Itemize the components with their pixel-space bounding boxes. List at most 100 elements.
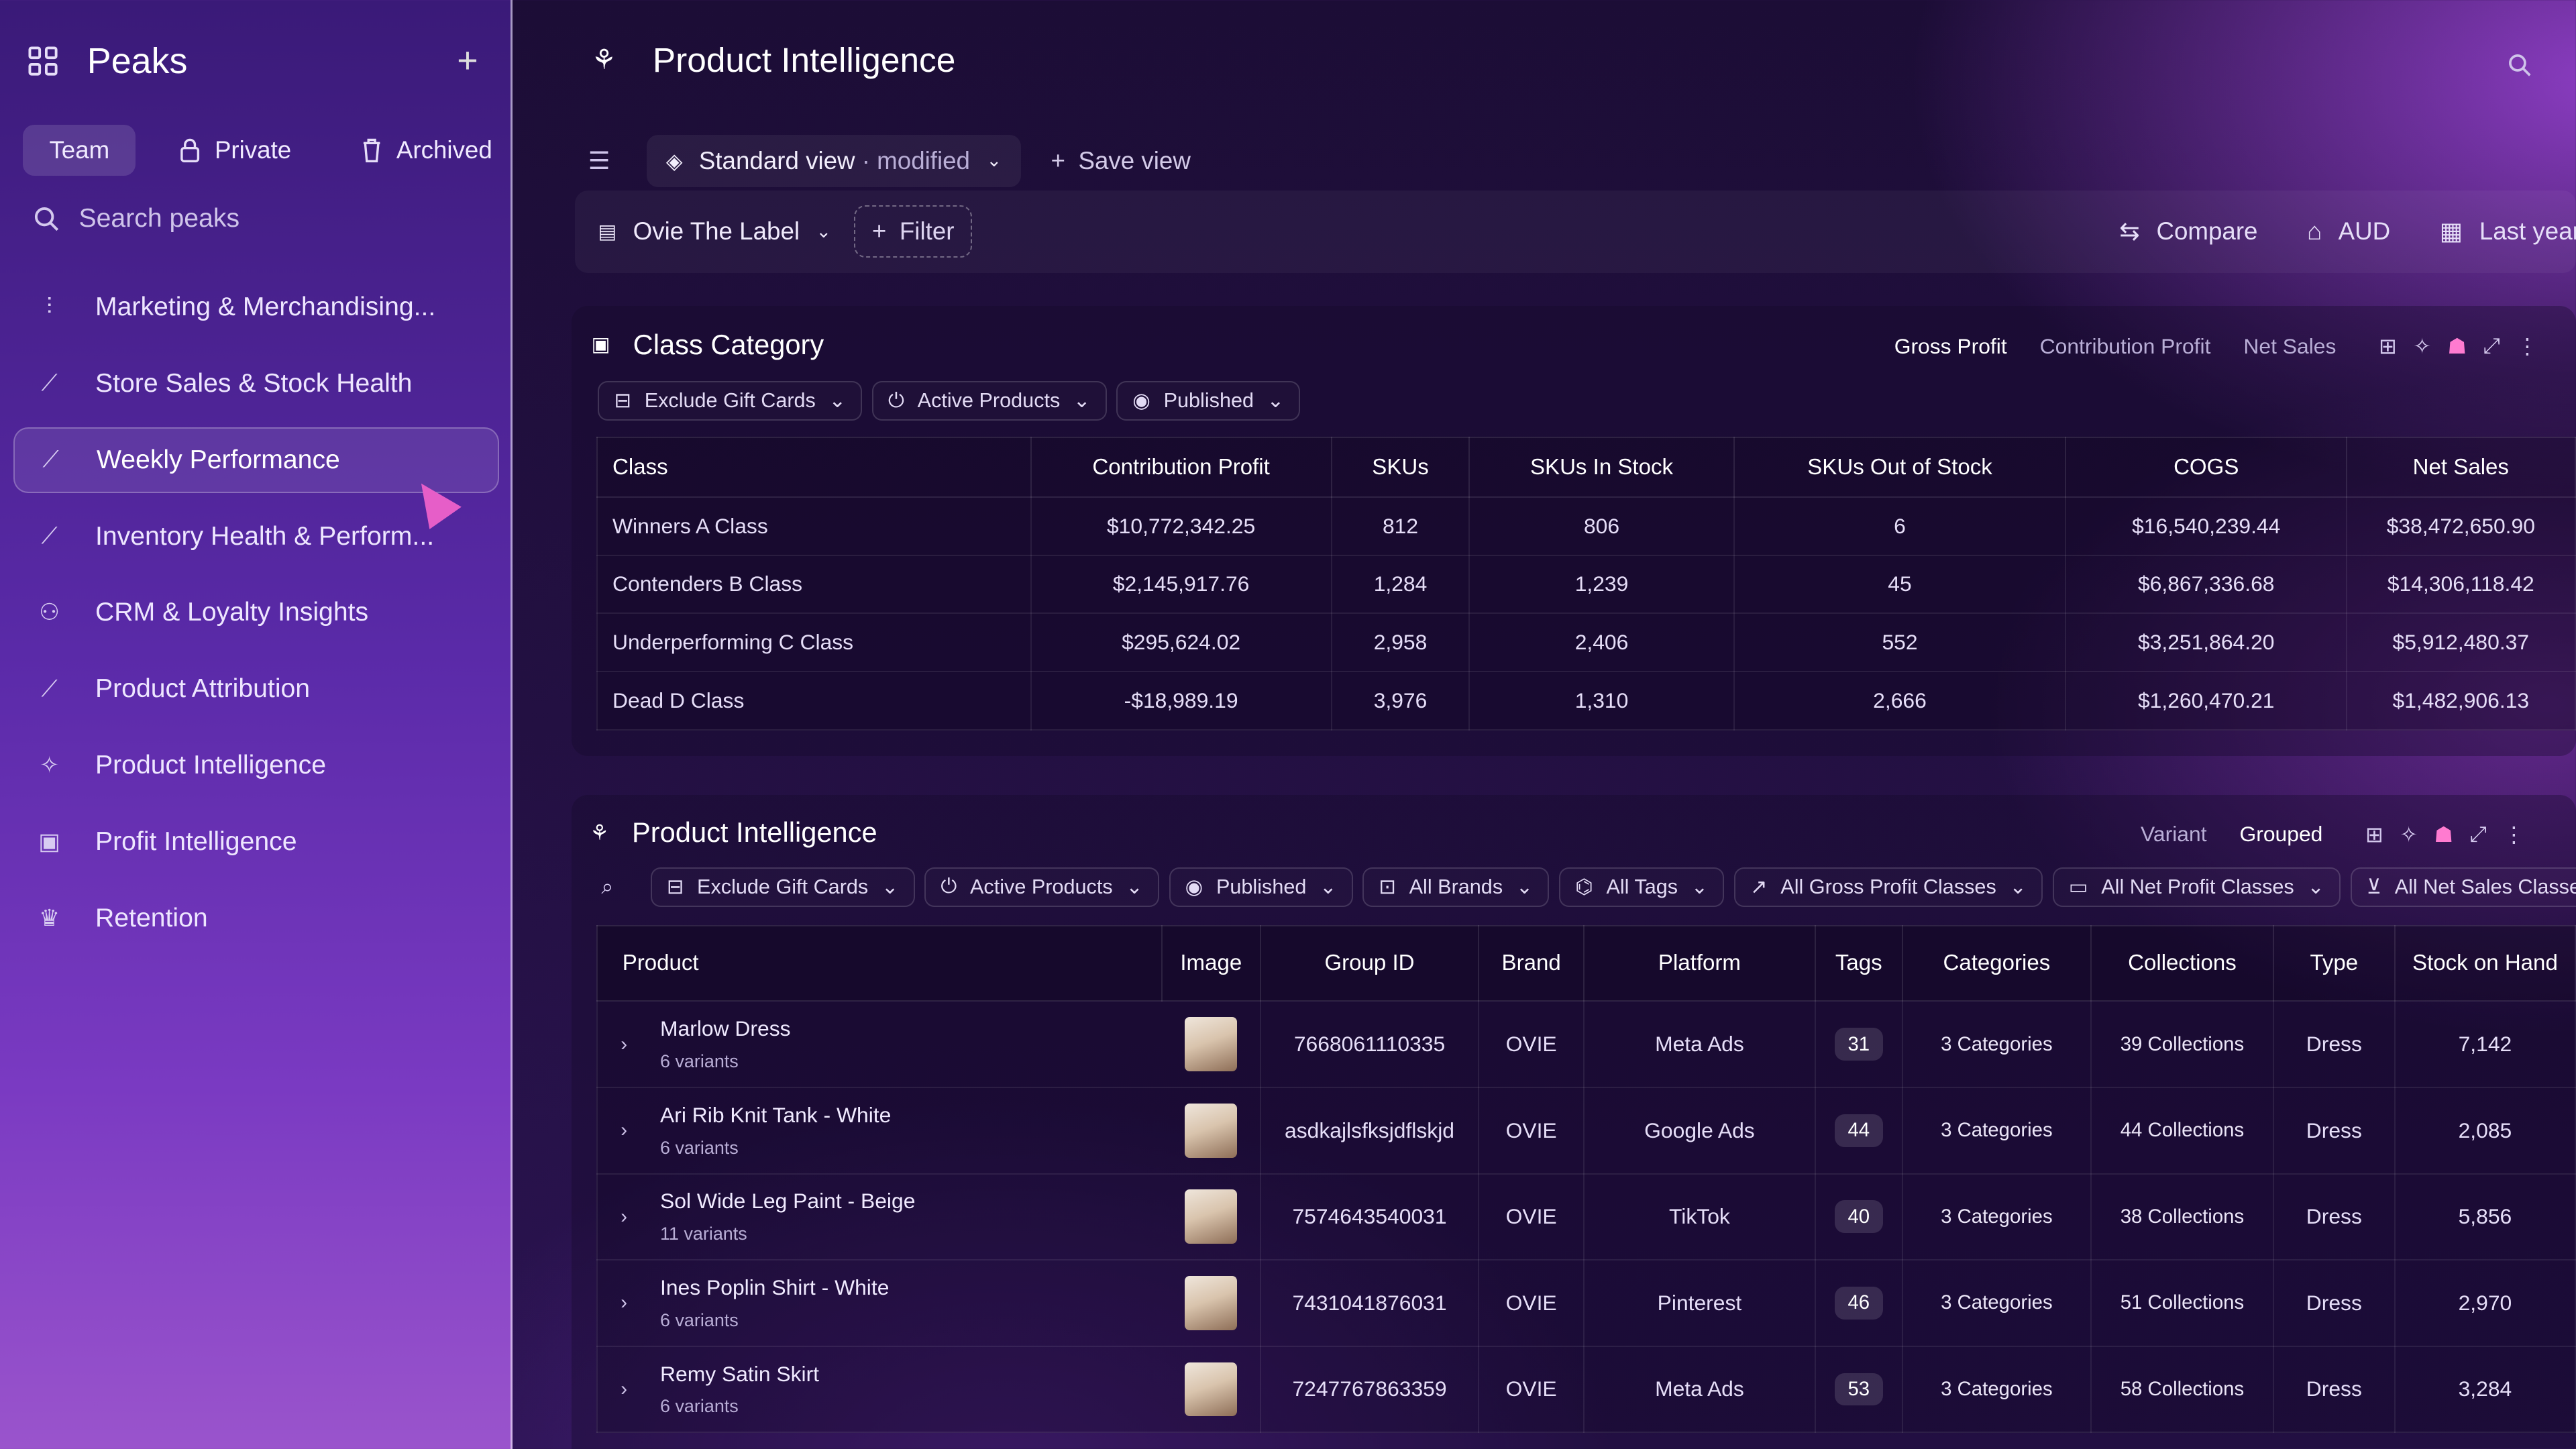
col-stock-on-hand[interactable]: Stock on Hand — [2394, 924, 2576, 1002]
chip-published[interactable]: ◉ Published ⌄ — [1169, 867, 1353, 907]
product-thumbnail[interactable] — [1184, 1275, 1237, 1330]
col-tags[interactable]: Tags — [1814, 924, 1903, 1002]
mode-grouped[interactable]: Grouped — [2240, 822, 2323, 847]
col-image[interactable]: Image — [1161, 924, 1261, 1002]
chip-net-sales-classes[interactable]: ⊻All Net Sales Classes⌄ — [2350, 867, 2576, 907]
col-type[interactable]: Type — [2272, 924, 2396, 1002]
cat-icon[interactable]: ☗ — [2434, 822, 2453, 847]
metric-contribution-profit[interactable]: Contribution Profit — [2040, 334, 2211, 359]
tags-badge[interactable]: 46 — [1834, 1287, 1883, 1320]
store-selector[interactable]: ▤ Ovie The Label ⌄ — [598, 217, 831, 246]
tab-team[interactable]: Team — [23, 125, 136, 176]
more-icon[interactable]: ⋮ — [2503, 822, 2524, 847]
tags-badge[interactable]: 53 — [1834, 1373, 1883, 1406]
col-brand[interactable]: Brand — [1478, 924, 1585, 1002]
cell-collections[interactable]: 44 Collections — [2090, 1086, 2274, 1175]
chip-published[interactable]: ◉ Published ⌄ — [1116, 381, 1301, 421]
cell-categories[interactable]: 3 Categories — [1901, 1000, 2092, 1088]
col-categories[interactable]: Categories — [1901, 924, 2092, 1002]
cell-collections[interactable]: 58 Collections — [2090, 1345, 2274, 1434]
tab-private[interactable]: Private — [152, 125, 317, 176]
expand-icon[interactable]: ⤢ — [2469, 822, 2486, 847]
col-product[interactable]: Product — [596, 924, 1163, 1002]
search-icon[interactable]: ⌕ — [601, 874, 641, 900]
col-skus[interactable]: SKUs — [1330, 437, 1470, 498]
expand-icon[interactable]: ⤢ — [2483, 333, 2500, 359]
product-name[interactable]: Ari Rib Knit Tank - White — [660, 1103, 891, 1128]
filter-lines-icon[interactable]: ☰ — [588, 146, 610, 175]
grid-icon[interactable] — [28, 46, 58, 76]
sidebar-item-store-sales[interactable]: ⟋ Store Sales & Stock Health — [13, 351, 500, 417]
sidebar-item-marketing[interactable]: ⫶ Marketing & Merchandising... — [13, 274, 500, 340]
tags-badge[interactable]: 40 — [1834, 1200, 1883, 1234]
cell-categories[interactable]: 3 Categories — [1901, 1173, 2092, 1261]
add-peak-button[interactable]: + — [457, 40, 478, 81]
product-name[interactable]: Marlow Dress — [660, 1016, 791, 1041]
grid-icon[interactable]: ⊞ — [2379, 333, 2397, 359]
cell-categories[interactable]: 3 Categories — [1901, 1345, 2092, 1434]
chevron-right-icon[interactable]: › — [621, 1291, 640, 1314]
metric-gross-profit[interactable]: Gross Profit — [1894, 334, 2007, 359]
col-skus-out-of-stock[interactable]: SKUs Out of Stock — [1733, 437, 2067, 498]
search-peaks[interactable]: Search peaks — [33, 204, 239, 233]
table-row[interactable]: › Ari Rib Knit Tank - White 6 variants asdk… — [596, 1086, 2576, 1175]
chevron-right-icon[interactable]: › — [621, 1033, 640, 1056]
product-thumbnail[interactable] — [1184, 1189, 1237, 1244]
compare-button[interactable]: ⇆ Compare — [2119, 217, 2257, 246]
chip-all-tags[interactable]: ⌬ All Tags ⌄ — [1559, 867, 1725, 907]
table-row[interactable]: › Sol Wide Leg Paint - Beige 11 variants 75… — [596, 1173, 2576, 1261]
currency-selector[interactable]: ⌂ AUD — [2307, 217, 2390, 246]
sidebar-item-crm[interactable]: ⚇ CRM & Loyalty Insights — [13, 580, 500, 645]
sidebar-item-product-attribution[interactable]: ⟋ Product Attribution — [13, 656, 500, 722]
col-contribution-profit[interactable]: Contribution Profit — [1030, 437, 1332, 498]
table-row[interactable]: › Marlow Dress 6 variants 7668061110335 OVIE… — [596, 1000, 2576, 1088]
chip-gross-profit-classes[interactable]: ↗ All Gross Profit Classes ⌄ — [1734, 867, 2043, 907]
chip-active-products[interactable]: ⏻ Active Products ⌄ — [924, 867, 1159, 907]
chip-all-brands[interactable]: ⊡ All Brands ⌄ — [1362, 867, 1550, 907]
mode-variant[interactable]: Variant — [2141, 822, 2206, 847]
sidebar-item-product-intelligence[interactable]: ✧ Product Intelligence — [13, 733, 500, 798]
product-name[interactable]: Ines Poplin Shirt - White — [660, 1275, 889, 1300]
table-row[interactable]: Underperforming C Class $295,624.02 2,95… — [596, 612, 2576, 673]
chevron-right-icon[interactable]: › — [621, 1205, 640, 1228]
sparkle-icon[interactable]: ✧ — [2413, 333, 2431, 359]
product-thumbnail[interactable] — [1184, 1017, 1237, 1072]
metric-net-sales[interactable]: Net Sales — [2243, 334, 2336, 359]
table-row[interactable]: › Remy Satin Skirt 6 variants 7247767863359… — [596, 1345, 2576, 1434]
cell-categories[interactable]: 3 Categories — [1901, 1259, 2092, 1347]
table-row[interactable]: Contenders B Class $2,145,917.76 1,284 1… — [596, 554, 2576, 614]
chip-net-profit-classes[interactable]: ▭ All Net Profit Classes ⌄ — [2052, 867, 2341, 907]
col-collections[interactable]: Collections — [2090, 924, 2274, 1002]
cell-collections[interactable]: 38 Collections — [2090, 1173, 2274, 1261]
col-class[interactable]: Class — [596, 437, 1032, 498]
sparkle-icon[interactable]: ✧ — [2400, 822, 2418, 847]
chip-exclude-gift-cards[interactable]: ⊟ Exclude Gift Cards ⌄ — [650, 867, 915, 907]
cell-collections[interactable]: 51 Collections — [2090, 1259, 2274, 1347]
cat-icon[interactable]: ☗ — [2447, 333, 2467, 359]
save-view-button[interactable]: + Save view — [1051, 147, 1190, 175]
sidebar-item-profit-intelligence[interactable]: ▣ Profit Intelligence — [13, 809, 500, 875]
chip-active-products[interactable]: ⏻ Active Products ⌄ — [871, 381, 1107, 421]
tags-badge[interactable]: 44 — [1834, 1114, 1883, 1147]
sidebar-item-retention[interactable]: ♛ Retention — [13, 885, 500, 951]
search-icon[interactable] — [2507, 52, 2533, 78]
product-thumbnail[interactable] — [1184, 1362, 1237, 1417]
more-icon[interactable]: ⋮ — [2516, 333, 2538, 359]
table-row[interactable]: Dead D Class -$18,989.19 3,976 1,310 2,6… — [596, 671, 2576, 731]
table-row[interactable]: › Ines Poplin Shirt - White 6 variants 7431… — [596, 1259, 2576, 1347]
table-row[interactable]: Winners A Class $10,772,342.25 812 806 6… — [596, 496, 2576, 556]
cell-collections[interactable]: 39 Collections — [2090, 1000, 2274, 1088]
col-group-id[interactable]: Group ID — [1259, 924, 1480, 1002]
col-net-sales[interactable]: Net Sales — [2346, 437, 2576, 498]
tab-archived[interactable]: Archived — [334, 125, 519, 176]
tags-badge[interactable]: 31 — [1834, 1028, 1883, 1061]
date-range-selector[interactable]: ▦ Last year — [2440, 217, 2576, 246]
col-cogs[interactable]: COGS — [2065, 437, 2348, 498]
col-platform[interactable]: Platform — [1582, 924, 1816, 1002]
view-selector[interactable]: ◈ Standard view · modified ⌄ — [646, 134, 1022, 188]
product-thumbnail[interactable] — [1184, 1103, 1237, 1158]
col-skus-in-stock[interactable]: SKUs In Stock — [1468, 437, 1735, 498]
add-filter-button[interactable]: + Filter — [854, 205, 972, 258]
product-name[interactable]: Remy Satin Skirt — [660, 1362, 819, 1387]
product-name[interactable]: Sol Wide Leg Paint - Beige — [660, 1189, 915, 1214]
